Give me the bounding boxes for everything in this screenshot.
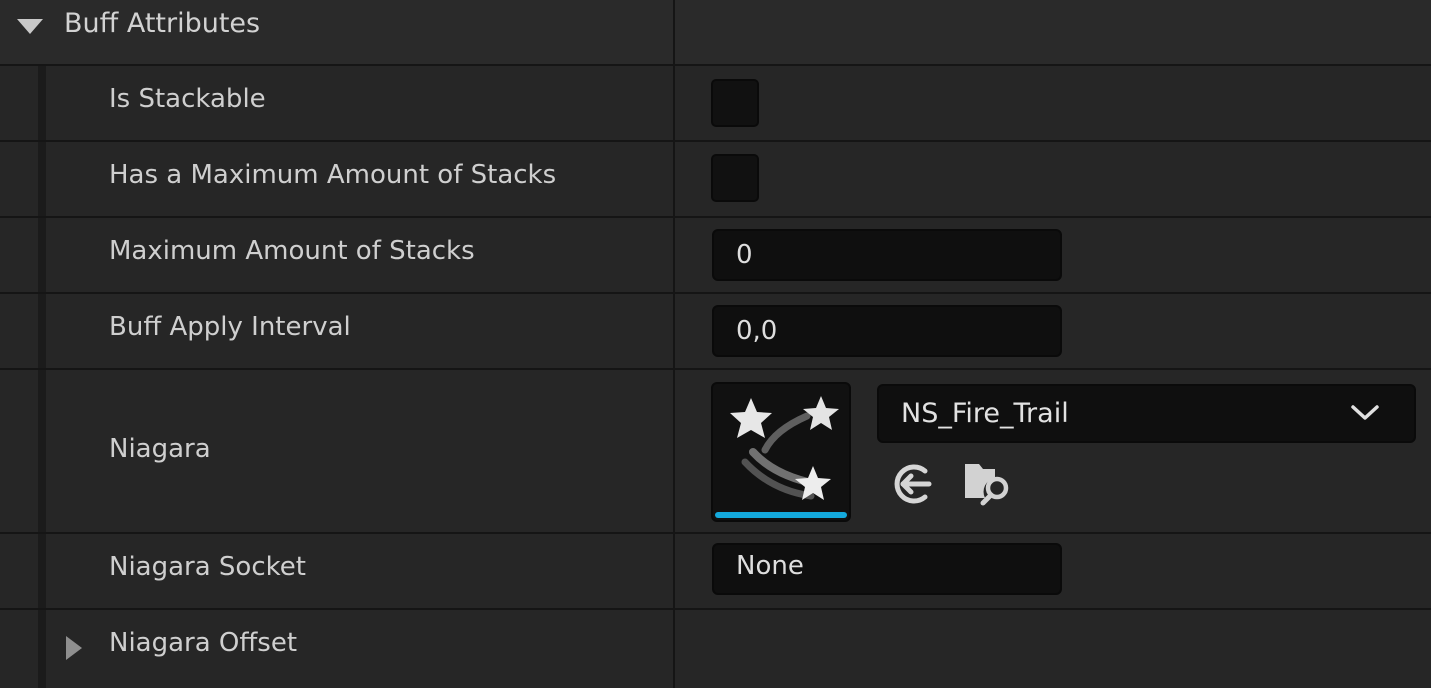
category-title: Buff Attributes	[64, 8, 261, 39]
has-max-stacks-checkbox[interactable]	[711, 154, 759, 202]
property-label: Niagara	[109, 434, 211, 464]
property-label: Maximum Amount of Stacks	[109, 236, 475, 266]
asset-type-color-bar	[715, 512, 847, 518]
label-column	[0, 66, 675, 140]
niagara-stars-icon	[730, 396, 839, 500]
expand-arrow-down-icon[interactable]	[17, 19, 43, 34]
category-header-buff-attributes[interactable]: Buff Attributes	[0, 0, 1431, 66]
property-row-niagara-socket: Niagara Socket None	[0, 534, 1431, 610]
property-label: Is Stackable	[109, 84, 266, 114]
browse-folder-magnifier-icon[interactable]	[961, 456, 1013, 508]
niagara-asset-thumbnail[interactable]	[711, 382, 851, 522]
details-panel: Buff Attributes Is Stackable Has a Maxim…	[0, 0, 1431, 688]
property-row-is-stackable: Is Stackable	[0, 66, 1431, 142]
field-value: None	[736, 551, 804, 581]
chevron-down-icon	[1351, 405, 1379, 420]
indent-bar	[38, 294, 46, 368]
asset-name: NS_Fire_Trail	[901, 398, 1069, 429]
property-row-max-stacks: Maximum Amount of Stacks 0	[0, 218, 1431, 294]
field-value: 0	[736, 240, 753, 270]
indent-bar	[38, 610, 46, 688]
indent-bar	[38, 370, 46, 532]
niagara-asset-picker[interactable]: NS_Fire_Trail	[877, 384, 1416, 443]
expand-arrow-right-icon[interactable]	[66, 636, 82, 660]
label-column	[0, 370, 675, 532]
max-stacks-input[interactable]: 0	[712, 229, 1062, 281]
label-column	[0, 534, 675, 608]
indent-bar	[38, 218, 46, 292]
field-value: 0,0	[736, 316, 778, 346]
property-label: Niagara Socket	[109, 552, 306, 582]
indent-bar	[38, 66, 46, 140]
property-row-niagara-offset[interactable]: Niagara Offset	[0, 610, 1431, 688]
is-stackable-checkbox[interactable]	[711, 79, 759, 127]
indent-bar	[38, 534, 46, 608]
property-row-buff-apply-interval: Buff Apply Interval 0,0	[0, 294, 1431, 370]
indent-bar	[38, 142, 46, 216]
label-column	[0, 610, 675, 688]
property-row-has-max-stacks: Has a Maximum Amount of Stacks	[0, 142, 1431, 218]
niagara-socket-field[interactable]: None	[712, 543, 1062, 595]
use-selected-arrow-icon[interactable]	[889, 460, 937, 508]
property-label: Buff Apply Interval	[109, 312, 351, 342]
property-label: Niagara Offset	[109, 628, 298, 658]
buff-apply-interval-input[interactable]: 0,0	[712, 305, 1062, 357]
property-label: Has a Maximum Amount of Stacks	[109, 160, 557, 190]
